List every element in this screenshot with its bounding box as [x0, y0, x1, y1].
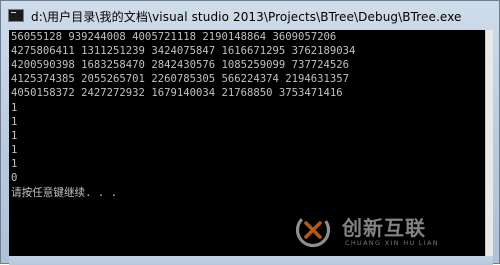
console-line: 0 [11, 172, 18, 184]
brand-logo-icon [295, 212, 331, 248]
console-line: 4275806411 1311251239 3424075847 1616671… [11, 45, 356, 57]
console-line: 1 [11, 116, 18, 128]
console-prompt-line: 请按任意键继续. . . [11, 187, 118, 199]
console-app-icon[interactable] [8, 9, 24, 22]
console-line: 1 [11, 144, 18, 156]
console-line: 4050158372 2427272932 1679140034 2176885… [11, 87, 343, 99]
brand-name-en: CHUANG XIN HU LIAN [345, 239, 439, 247]
brand-watermark: 创新互联 CHUANG XIN HU LIAN [293, 208, 478, 254]
brand-name-cn: 创新互联 [342, 216, 426, 240]
console-line: 4200590398 1683258470 2842430576 1085259… [11, 59, 350, 71]
console-window: d:\用户目录\我的文档\visual studio 2013\Projects… [0, 0, 500, 265]
console-line: 1 [11, 102, 18, 114]
title-bar[interactable]: d:\用户目录\我的文档\visual studio 2013\Projects… [1, 1, 499, 30]
console-line: 56055128 939244008 4005721118 2190148864… [11, 31, 337, 43]
window-title: d:\用户目录\我的文档\visual studio 2013\Projects… [31, 10, 462, 24]
vertical-scrollbar[interactable] [485, 30, 493, 256]
console-output[interactable]: 56055128 939244008 4005721118 2190148864… [9, 30, 485, 256]
console-line: 1 [11, 158, 18, 170]
console-line: 4125374385 2055265701 2260785305 5662243… [11, 73, 350, 85]
console-line: 1 [11, 130, 18, 142]
